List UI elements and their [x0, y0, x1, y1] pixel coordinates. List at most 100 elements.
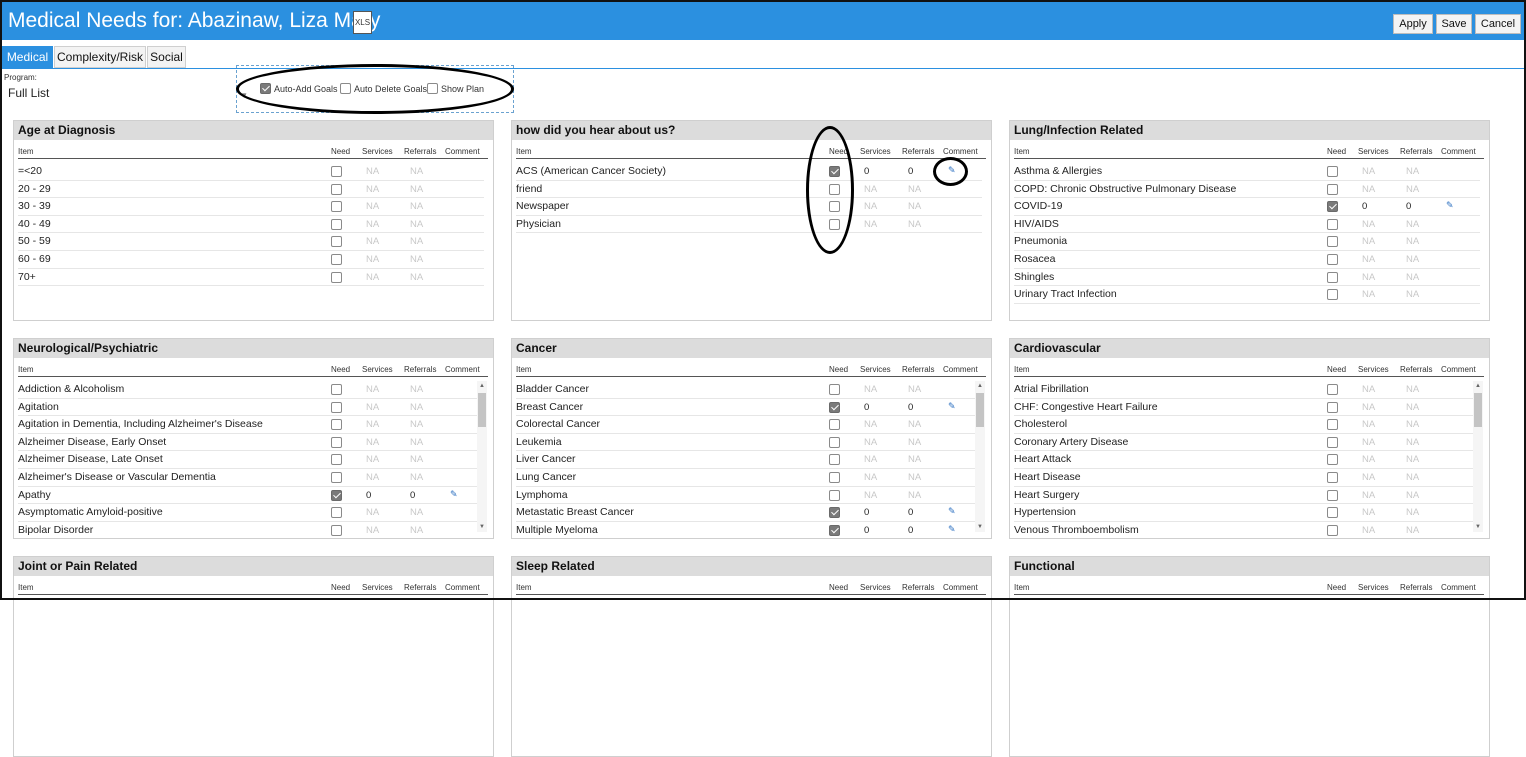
need-checkbox[interactable]	[1327, 454, 1338, 466]
need-checkbox[interactable]	[1327, 289, 1338, 301]
row-item-label: Liver Cancer	[516, 453, 576, 466]
services-value: NA	[366, 254, 380, 265]
services-value[interactable]: 0	[1362, 201, 1367, 212]
table-row: Addiction & Alcoholism NA NA	[18, 381, 484, 399]
need-checkbox[interactable]	[829, 472, 840, 483]
services-value[interactable]: 0	[864, 525, 869, 536]
need-checkbox[interactable]	[331, 254, 342, 265]
need-checkbox[interactable]	[829, 384, 840, 395]
need-checkbox[interactable]	[1327, 384, 1338, 395]
program-select[interactable]: Full List ▼	[4, 84, 250, 102]
need-checkbox[interactable]	[1327, 436, 1338, 448]
need-checkbox[interactable]	[1327, 254, 1338, 265]
need-checkbox[interactable]	[1327, 524, 1338, 536]
need-checkbox[interactable]	[331, 524, 342, 536]
need-checkbox[interactable]	[1327, 419, 1338, 431]
edit-comment-icon[interactable]: ✎	[948, 506, 956, 517]
edit-comment-icon[interactable]: ✎	[450, 489, 458, 500]
need-checkbox[interactable]	[829, 218, 840, 230]
need-checkbox[interactable]	[829, 419, 840, 431]
need-checkbox[interactable]	[1327, 218, 1338, 230]
scroll-up-icon[interactable]: ▲	[1473, 381, 1483, 391]
need-checkbox[interactable]	[829, 201, 840, 213]
referrals-value[interactable]: 0	[908, 507, 913, 518]
scroll-down-icon[interactable]: ▼	[477, 522, 487, 532]
services-value[interactable]: 0	[864, 166, 869, 177]
need-checkbox[interactable]	[331, 218, 342, 230]
need-checkbox[interactable]	[1327, 472, 1338, 483]
edit-comment-icon[interactable]: ✎	[948, 165, 956, 176]
scroll-up-icon[interactable]: ▲	[975, 381, 985, 391]
scroll-down-icon[interactable]: ▼	[975, 522, 985, 532]
need-checkbox[interactable]	[331, 271, 342, 283]
tab-complexity-risk[interactable]: Complexity/Risk	[54, 46, 146, 68]
need-checkbox[interactable]	[829, 454, 840, 466]
row-item-label: Lung Cancer	[516, 471, 577, 483]
services-value[interactable]: 0	[864, 402, 869, 413]
edit-comment-icon[interactable]: ✎	[948, 401, 956, 412]
need-checkbox[interactable]	[1327, 489, 1338, 501]
referrals-value[interactable]: 0	[908, 166, 913, 177]
need-checkbox[interactable]	[331, 454, 342, 466]
xls-export-icon[interactable]: XLS	[353, 11, 372, 34]
need-checkbox[interactable]	[331, 507, 342, 519]
referrals-value[interactable]: 0	[410, 490, 415, 501]
referrals-value[interactable]: 0	[1406, 201, 1411, 212]
need-checkbox[interactable]	[331, 236, 342, 248]
need-checkbox[interactable]	[331, 384, 342, 395]
need-checkbox[interactable]	[331, 472, 342, 483]
need-checkbox[interactable]	[1327, 271, 1338, 283]
panel-scrollbar[interactable]: ▲ ▼	[975, 381, 985, 532]
edit-comment-icon[interactable]: ✎	[948, 524, 956, 535]
cancel-button[interactable]: Cancel	[1475, 14, 1521, 34]
need-checkbox[interactable]	[1327, 507, 1338, 519]
table-row: ACS (American Cancer Society) 0 0 ✎	[516, 163, 982, 181]
need-checkbox[interactable]	[1327, 183, 1338, 195]
scroll-thumb[interactable]	[1474, 393, 1482, 427]
need-checkbox[interactable]	[829, 183, 840, 195]
need-checkbox[interactable]	[1327, 201, 1338, 213]
show-plan-option[interactable]: Show Plan	[427, 83, 484, 94]
auto-add-goals-checkbox[interactable]	[260, 83, 271, 94]
scroll-down-icon[interactable]: ▼	[1473, 522, 1483, 532]
need-checkbox[interactable]	[829, 524, 840, 536]
auto-add-goals-option[interactable]: Auto-Add Goals	[260, 83, 338, 94]
need-checkbox[interactable]	[829, 489, 840, 501]
tab-social[interactable]: Social	[147, 46, 186, 68]
column-header-need: Need	[1327, 583, 1347, 592]
table-row: Agitation NA NA	[18, 399, 484, 417]
auto-delete-goals-checkbox[interactable]	[340, 83, 351, 94]
need-checkbox[interactable]	[331, 401, 342, 413]
show-plan-checkbox[interactable]	[427, 83, 438, 94]
need-checkbox[interactable]	[331, 201, 342, 213]
save-button[interactable]: Save	[1436, 14, 1472, 34]
services-value[interactable]: 0	[864, 507, 869, 518]
need-checkbox[interactable]	[1327, 166, 1338, 177]
need-checkbox[interactable]	[829, 166, 840, 177]
apply-button[interactable]: Apply	[1393, 14, 1433, 34]
services-value[interactable]: 0	[366, 490, 371, 501]
edit-comment-icon[interactable]: ✎	[1446, 200, 1454, 211]
need-checkbox[interactable]	[331, 166, 342, 177]
need-checkbox[interactable]	[331, 436, 342, 448]
scroll-up-icon[interactable]: ▲	[477, 381, 487, 391]
panel-scrollbar[interactable]: ▲ ▼	[477, 381, 487, 532]
need-checkbox[interactable]	[331, 489, 342, 501]
rows-list	[1010, 599, 1489, 756]
need-checkbox[interactable]	[829, 507, 840, 519]
need-checkbox[interactable]	[331, 419, 342, 431]
auto-delete-goals-option[interactable]: Auto Delete Goals	[340, 83, 427, 94]
referrals-value[interactable]: 0	[908, 402, 913, 413]
need-checkbox[interactable]	[1327, 236, 1338, 248]
services-value: NA	[366, 454, 380, 466]
scroll-thumb[interactable]	[478, 393, 486, 427]
need-checkbox[interactable]	[331, 183, 342, 195]
scroll-thumb[interactable]	[976, 393, 984, 427]
referrals-value[interactable]: 0	[908, 525, 913, 536]
panel-scrollbar[interactable]: ▲ ▼	[1473, 381, 1483, 532]
table-row: Shingles NA NA	[1014, 269, 1480, 287]
need-checkbox[interactable]	[1327, 401, 1338, 413]
need-checkbox[interactable]	[829, 401, 840, 413]
tab-medical[interactable]: Medical	[2, 46, 53, 68]
need-checkbox[interactable]	[829, 436, 840, 448]
